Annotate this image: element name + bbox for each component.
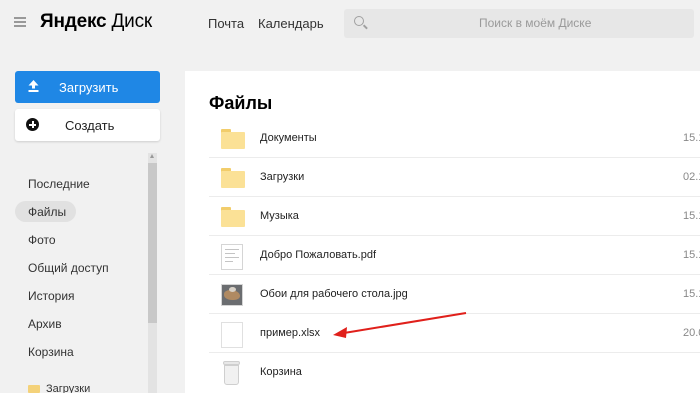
upload-icon [28, 80, 39, 92]
files-panel: Файлы Документы 15.1 Загрузки 02.1 Музык… [185, 71, 700, 393]
folder-icon [221, 168, 245, 188]
create-button[interactable]: Создать [15, 109, 160, 141]
file-name: Загрузки [260, 171, 305, 183]
file-row[interactable]: пример.xlsx 20.0 [209, 315, 700, 353]
file-row[interactable]: Музыка 15.1 [209, 198, 700, 236]
sidebar-item-files[interactable]: Файлы [28, 205, 66, 219]
file-row[interactable]: Загрузки 02.1 [209, 159, 700, 197]
sidebar-item-shared[interactable]: Общий доступ [28, 261, 109, 275]
page-title: Файлы [209, 93, 273, 113]
pdf-file-icon [221, 244, 243, 270]
file-date: 15.1 [683, 132, 700, 144]
file-row[interactable]: Документы 15.1 [209, 120, 700, 158]
scrollbar-thumb[interactable] [148, 163, 157, 323]
image-thumbnail-icon [221, 284, 243, 306]
trash-icon [223, 361, 240, 385]
sidebar-item-history[interactable]: История [28, 289, 75, 303]
logo-product: Диск [111, 11, 152, 32]
scroll-up-icon[interactable] [150, 154, 154, 158]
header: Яндекс Диск Почта Календарь Поиск в моём… [0, 0, 700, 48]
upload-button[interactable]: Загрузить [15, 71, 160, 103]
file-name: Обои для рабочего стола.jpg [260, 288, 408, 300]
file-name: Музыка [260, 210, 299, 222]
file-name: Корзина [260, 366, 302, 378]
file-date: 15.1 [683, 210, 700, 222]
upload-button-label: Загрузить [59, 80, 119, 95]
sidebar-scrollbar[interactable] [148, 153, 157, 393]
file-row[interactable]: Корзина [209, 354, 700, 392]
file-name: Добро Пожаловать.pdf [260, 249, 377, 261]
search-icon [354, 16, 364, 26]
sidebar-item-recent[interactable]: Последние [28, 177, 90, 191]
file-name: пример.xlsx [260, 327, 321, 339]
logo[interactable]: Яндекс Диск [40, 11, 152, 33]
file-date: 02.1 [683, 171, 700, 183]
sidebar-item-photo[interactable]: Фото [28, 233, 56, 247]
sidebar-item-archive[interactable]: Архив [28, 317, 62, 331]
file-date: 15.1 [683, 249, 700, 261]
nav-link-calendar[interactable]: Календарь [258, 16, 324, 31]
folder-icon [221, 207, 245, 227]
sidebar-item-trash[interactable]: Корзина [28, 345, 74, 359]
plus-icon [26, 118, 39, 131]
file-date: 15.1 [683, 288, 700, 300]
xlsx-file-icon [221, 322, 243, 348]
search-placeholder: Поиск в моём Диске [479, 16, 592, 30]
file-row[interactable]: Обои для рабочего стола.jpg 15.1 [209, 276, 700, 314]
menu-icon[interactable] [14, 17, 26, 27]
folder-icon [221, 129, 245, 149]
sidebar-item-downloads[interactable]: Загрузки [46, 383, 90, 393]
create-button-label: Создать [65, 118, 115, 133]
search-input[interactable]: Поиск в моём Диске [344, 9, 694, 38]
nav-link-mail[interactable]: Почта [208, 16, 244, 31]
file-row[interactable]: Добро Пожаловать.pdf 15.1 [209, 237, 700, 275]
file-date: 20.0 [683, 327, 700, 339]
logo-brand: Яндекс [40, 11, 107, 32]
folder-icon [28, 385, 40, 393]
file-name: Документы [260, 132, 317, 144]
